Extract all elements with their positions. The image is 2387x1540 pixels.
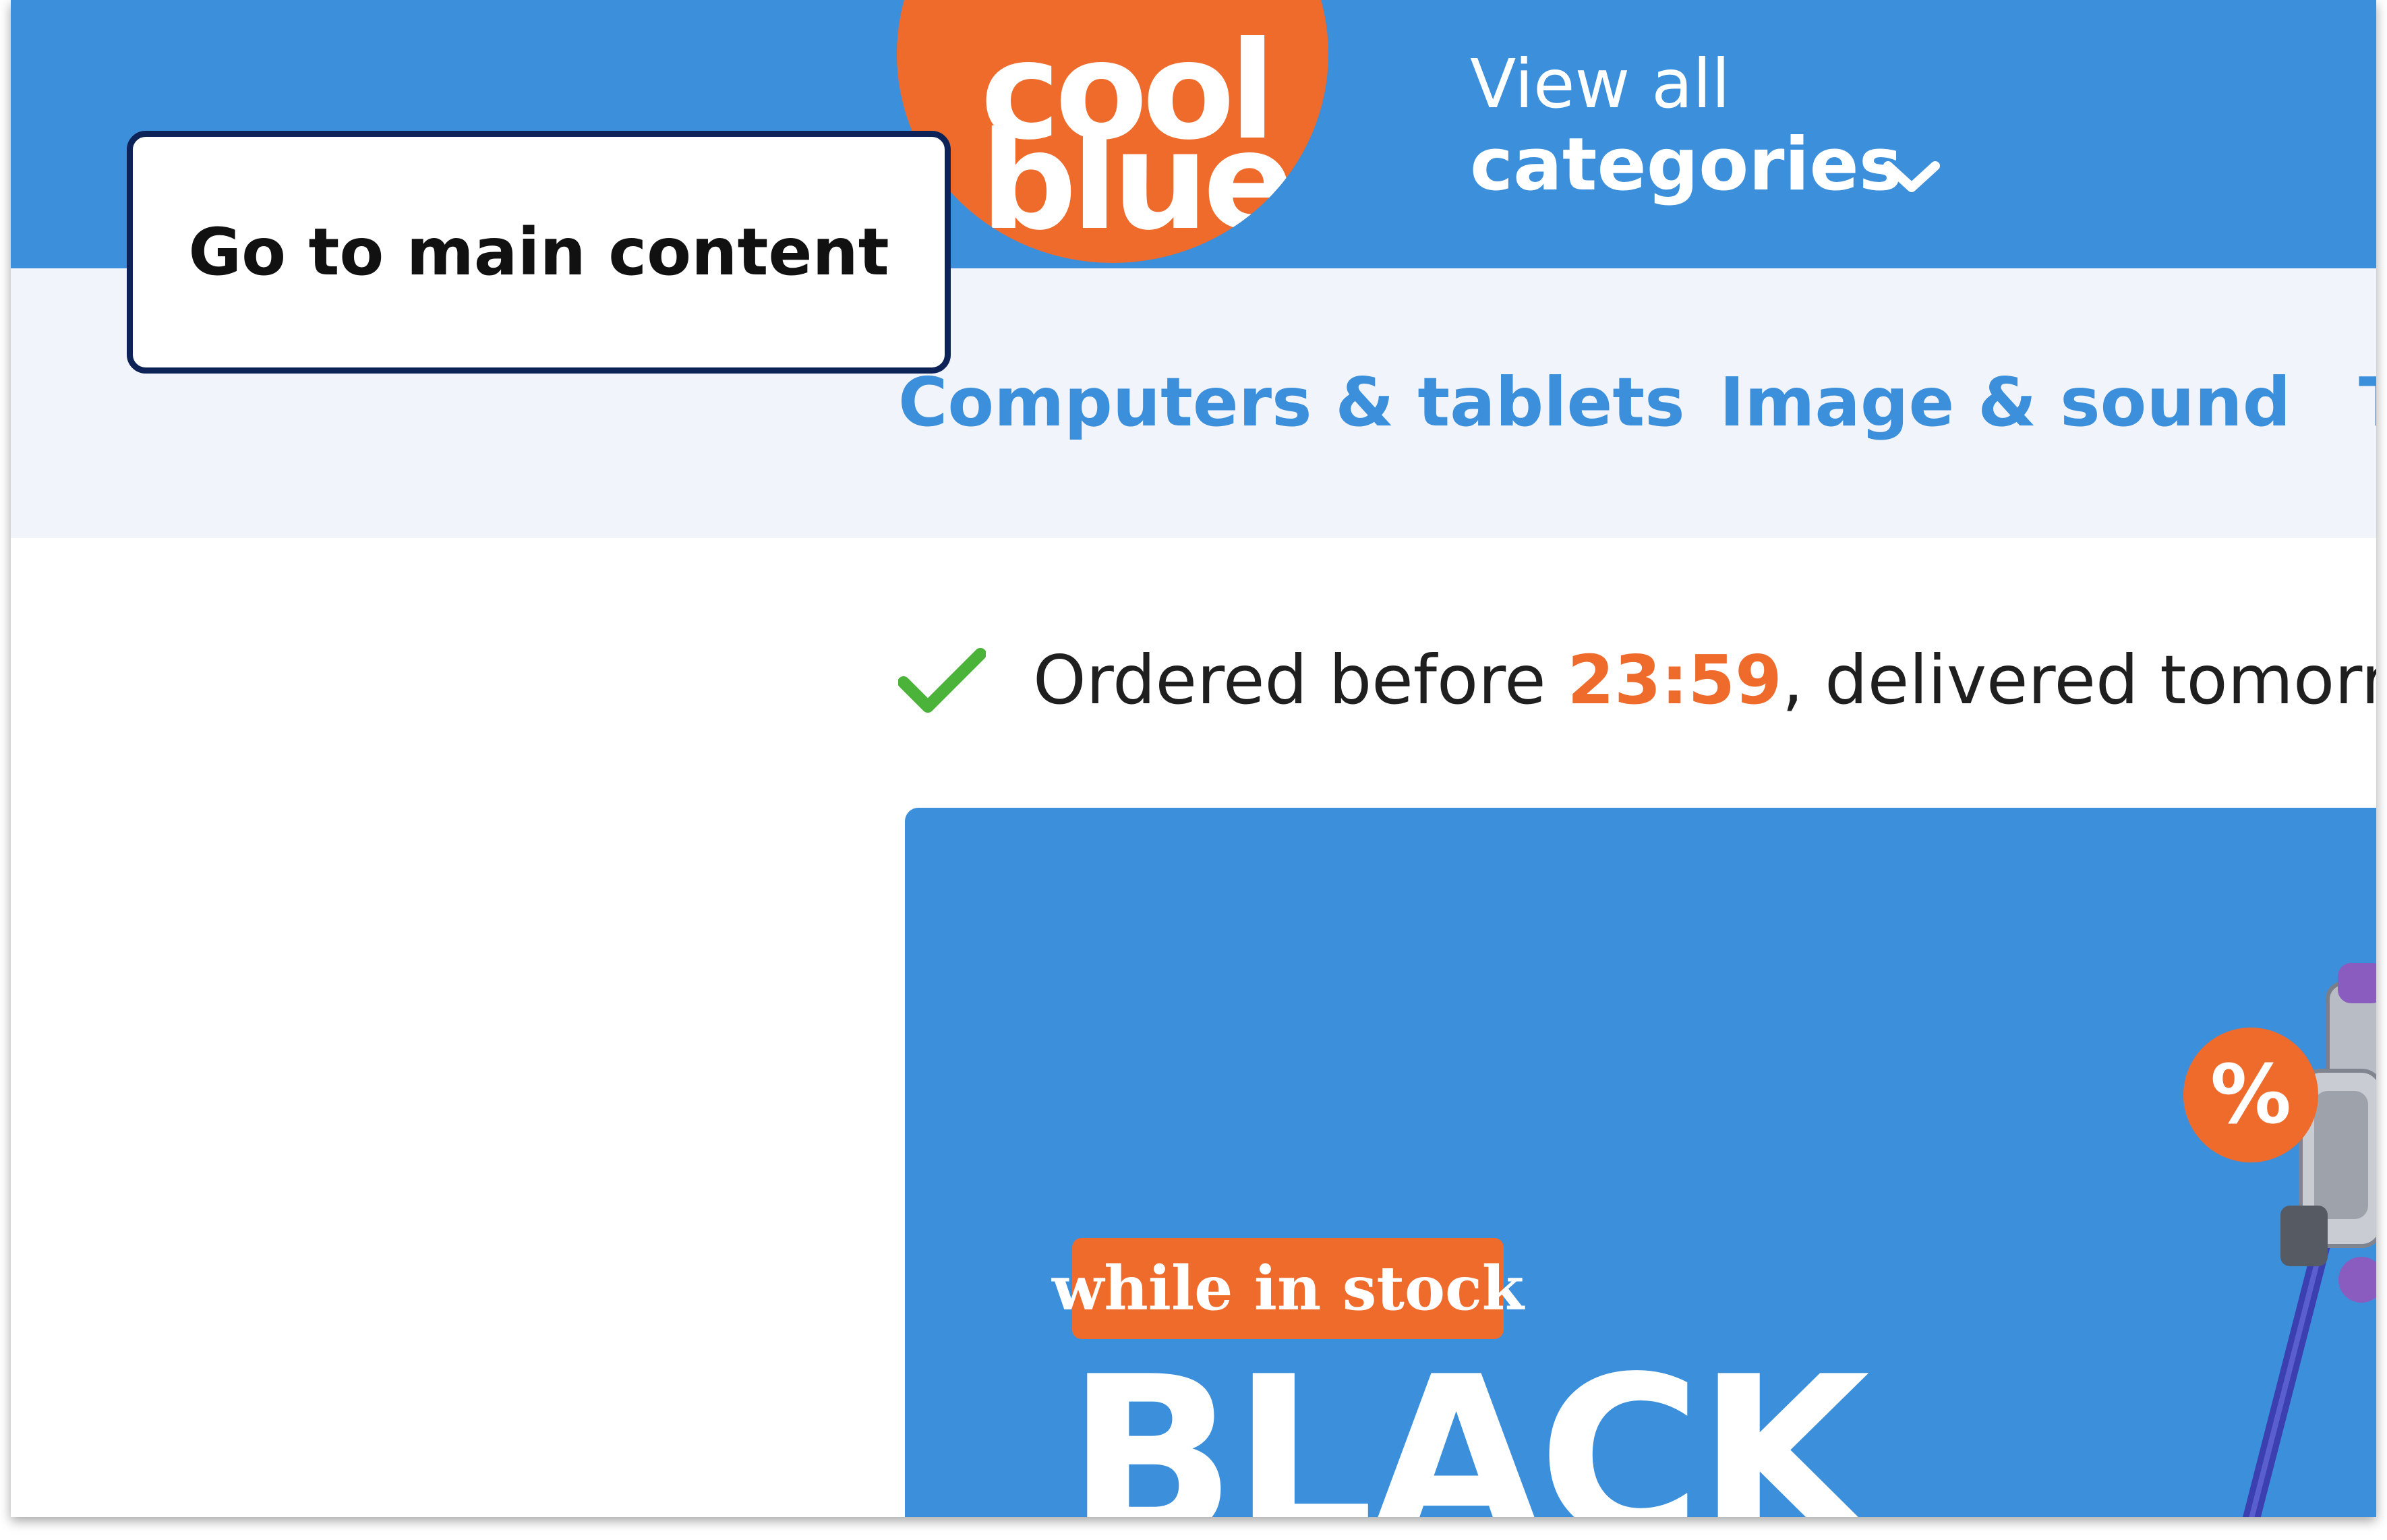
banner-headline: BLACK — [1067, 1329, 1870, 1517]
logo-text-blue: blue — [980, 103, 1295, 260]
while-in-stock-badge: while in stock — [1052, 1238, 1524, 1339]
skip-to-main-content-link[interactable]: Go to main content — [127, 131, 951, 374]
chevron-down-icon[interactable] — [1881, 156, 1942, 197]
delivery-usp-text: Ordered before 23:59, delivered tomorrow — [1033, 641, 2376, 719]
nav-item-computers-tablets[interactable]: Computers & tablets — [898, 363, 1685, 442]
usp-text-after: , delivered tomorrow — [1781, 641, 2376, 719]
view-all-label[interactable]: View all — [1470, 47, 1730, 121]
categories-menu-button[interactable]: categories — [1470, 125, 1902, 206]
check-icon — [898, 648, 986, 713]
coolblue-logo[interactable]: cool blue — [897, 0, 1328, 263]
usp-text-before: Ordered before — [1033, 641, 1568, 719]
browser-viewport: cool blue View all categories Computers … — [11, 0, 2376, 1517]
nav-item-next-truncated[interactable]: T — [2359, 363, 2376, 442]
discount-percent-badge: % — [2183, 1028, 2318, 1162]
black-friday-banner[interactable]: while in stock BLACK % — [905, 808, 2376, 1517]
usp-cutoff-time: 23:59 — [1567, 641, 1782, 719]
nav-item-image-sound[interactable]: Image & sound — [1719, 363, 2291, 442]
